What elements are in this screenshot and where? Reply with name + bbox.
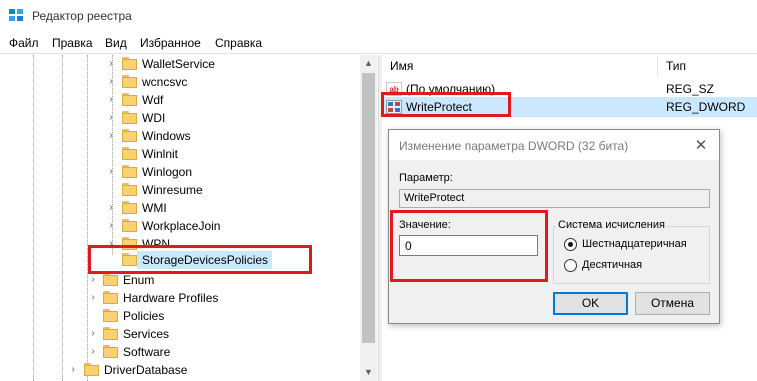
tree-item-label: wcncsvc — [142, 75, 188, 89]
chevron-right-icon[interactable]: › — [106, 94, 116, 106]
tree-item-label: WMI — [142, 201, 167, 215]
tree-item[interactable]: › WalletService — [0, 55, 360, 73]
tree-item[interactable]: Policies — [0, 307, 360, 325]
chevron-right-icon[interactable]: › — [106, 202, 116, 214]
tree-item[interactable]: › Wdf — [0, 91, 360, 109]
folder-icon — [122, 111, 138, 124]
tree-item-label: Hardware Profiles — [123, 291, 219, 305]
tree-item-label: WalletService — [142, 57, 215, 71]
tree-item[interactable]: › Hardware Profiles — [0, 289, 360, 307]
registry-editor-icon — [9, 9, 24, 23]
folder-icon — [103, 273, 119, 286]
tree-item-label: Policies — [123, 309, 165, 323]
folder-icon — [84, 363, 100, 376]
tree-item[interactable]: › Winlogon — [0, 163, 360, 181]
tree-item-label: Windows — [142, 129, 191, 143]
folder-icon — [103, 309, 119, 322]
tree-item-label: Winlnit — [142, 147, 179, 161]
radio-hex[interactable] — [564, 238, 577, 251]
tree-item-label: DriverDatabase — [104, 363, 188, 377]
folder-icon — [122, 147, 138, 160]
value-type: REG_DWORD — [666, 100, 746, 114]
tree-item-label: Winresume — [142, 183, 203, 197]
tree-item[interactable]: › Windows — [0, 127, 360, 145]
tree-item-label: WDI — [142, 111, 166, 125]
tree-scrollbar[interactable]: ▲ ▼ — [360, 55, 377, 381]
chevron-right-icon[interactable]: › — [88, 274, 98, 286]
radio-dec[interactable] — [564, 259, 577, 272]
folder-icon — [122, 219, 138, 232]
scrollbar-thumb[interactable] — [362, 73, 375, 343]
tree-item[interactable]: › Services — [0, 325, 360, 343]
folder-icon — [103, 345, 119, 358]
chevron-right-icon[interactable]: › — [106, 130, 116, 142]
tree-item[interactable]: › Software — [0, 343, 360, 361]
tree-item[interactable]: Winlnit — [0, 145, 360, 163]
tree-item-label: WorkplaceJoin — [142, 219, 221, 233]
menu-view[interactable]: Вид — [105, 36, 127, 50]
tree-item[interactable]: › DriverDatabase — [0, 361, 360, 379]
chevron-right-icon[interactable]: › — [106, 58, 116, 70]
close-icon[interactable]: ✕ — [693, 136, 709, 154]
folder-icon — [122, 57, 138, 70]
radio-dec-label[interactable]: Десятичная — [582, 259, 642, 271]
chevron-right-icon[interactable]: › — [106, 112, 116, 124]
menu-edit[interactable]: Правка — [52, 36, 93, 50]
ok-button[interactable]: OK — [553, 292, 628, 315]
folder-icon — [122, 129, 138, 142]
tree-item[interactable]: › WorkplaceJoin — [0, 217, 360, 235]
tree-item-label: Software — [123, 345, 171, 359]
highlight-value-field — [390, 210, 548, 282]
menu-favorites[interactable]: Избранное — [140, 36, 201, 50]
chevron-right-icon[interactable]: › — [106, 166, 116, 178]
folder-icon — [122, 75, 138, 88]
tree-item[interactable]: › WMI — [0, 199, 360, 217]
folder-icon — [103, 327, 119, 340]
scroll-down-icon[interactable]: ▼ — [360, 364, 377, 381]
dialog-title: Изменение параметра DWORD (32 бита) — [399, 139, 629, 153]
chevron-right-icon[interactable]: › — [68, 364, 78, 376]
tree-item[interactable]: › WDI — [0, 109, 360, 127]
chevron-right-icon[interactable]: › — [106, 76, 116, 88]
menu-file[interactable]: Файл — [9, 36, 39, 50]
tree-item[interactable]: Winresume — [0, 181, 360, 199]
tree-item-label: Services — [123, 327, 170, 341]
scroll-up-icon[interactable]: ▲ — [360, 55, 377, 72]
registry-tree[interactable]: › WalletService › wcncsvc › Wdf › WDI › … — [0, 55, 378, 381]
number-base-group — [553, 226, 710, 284]
menu-bar: Файл Правка Вид Избранное Справка — [0, 32, 757, 54]
cancel-button[interactable]: Отмена — [635, 292, 710, 315]
dialog-titlebar: Изменение параметра DWORD (32 бита) ✕ — [389, 130, 719, 160]
menu-help[interactable]: Справка — [215, 36, 262, 50]
param-label: Параметр: — [399, 172, 453, 184]
chevron-right-icon[interactable]: › — [88, 346, 98, 358]
column-header-type[interactable]: Тип — [658, 55, 757, 77]
window-titlebar: Редактор реестра — [0, 0, 757, 32]
chevron-right-icon[interactable]: › — [106, 220, 116, 232]
tree-item-label: Winlogon — [142, 165, 193, 179]
folder-icon — [122, 93, 138, 106]
window-title: Редактор реестра — [32, 9, 132, 23]
tree-item-label: Enum — [123, 273, 155, 287]
column-header-name[interactable]: Имя — [382, 55, 658, 77]
folder-icon — [103, 291, 119, 304]
highlight-writeprotect — [381, 92, 511, 117]
value-type: REG_SZ — [666, 82, 715, 96]
radio-hex-label[interactable]: Шестнадцатеричная — [582, 238, 687, 250]
chevron-right-icon[interactable]: › — [88, 328, 98, 340]
param-name-field: WriteProtect — [399, 189, 710, 208]
folder-icon — [122, 165, 138, 178]
number-base-group-title: Система исчисления — [556, 219, 667, 231]
chevron-right-icon[interactable]: › — [88, 292, 98, 304]
tree-item-label: Wdf — [142, 93, 164, 107]
tree-item[interactable]: › wcncsvc — [0, 73, 360, 91]
highlight-storage-policies — [88, 245, 312, 274]
folder-icon — [122, 183, 138, 196]
folder-icon — [122, 201, 138, 214]
